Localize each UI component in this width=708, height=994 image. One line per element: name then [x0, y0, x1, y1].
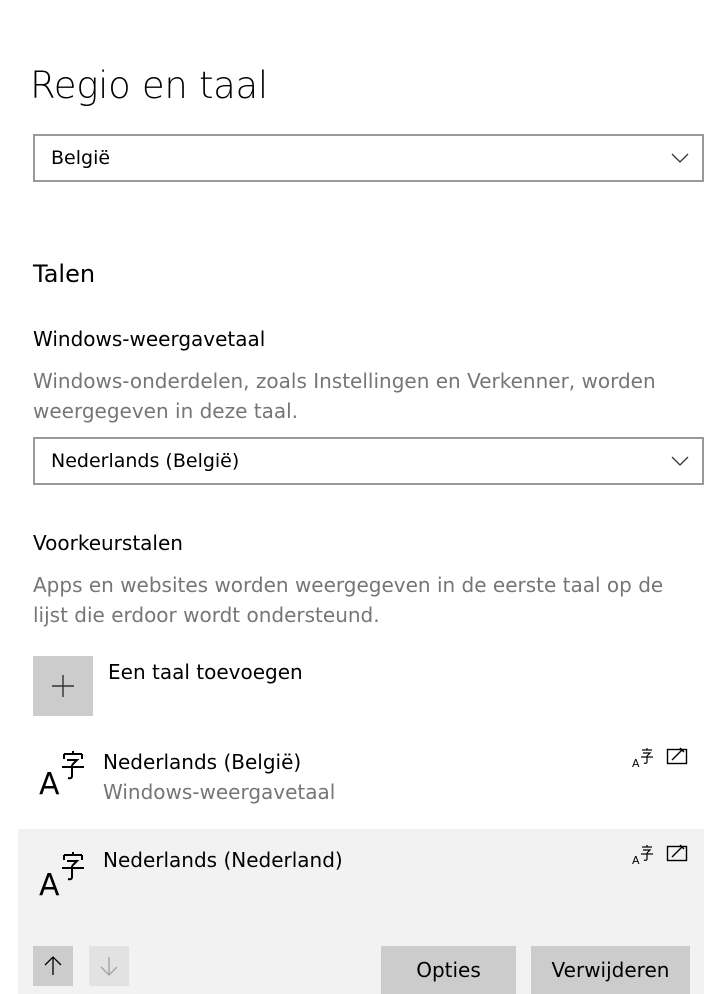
language-icon: A — [39, 852, 84, 899]
arrow-up-icon — [44, 956, 62, 975]
svg-text:A: A — [39, 767, 60, 798]
options-button[interactable]: Opties — [381, 946, 516, 994]
arrow-down-icon — [100, 957, 118, 976]
language-name: Nederlands (België) — [103, 750, 302, 774]
language-list-item-selected[interactable]: A Nederlands (Nederland) A Opties Verwij… — [18, 829, 704, 994]
preferred-languages-label: Voorkeurstalen — [33, 531, 183, 555]
language-pack-icon: A — [632, 845, 653, 866]
chevron-down-icon — [671, 456, 689, 466]
settings-page: Regio en taal België Talen Windows-weerg… — [0, 0, 708, 994]
handwriting-icon — [666, 844, 688, 862]
svg-text:A: A — [632, 757, 640, 769]
display-language-description: Windows-onderdelen, zoals Instellingen e… — [33, 369, 656, 423]
preferred-languages-description: Apps en websites worden weergegeven in d… — [33, 573, 664, 627]
move-down-button[interactable] — [89, 946, 129, 986]
region-dropdown-value: België — [51, 147, 111, 169]
display-language-label: Windows-weergavetaal — [33, 327, 266, 351]
chevron-down-icon — [671, 153, 689, 163]
display-language-dropdown-value: Nederlands (België) — [51, 450, 240, 472]
section-title-languages: Talen — [33, 260, 96, 288]
svg-text:A: A — [39, 868, 60, 899]
add-language-label[interactable]: Een taal toevoegen — [108, 657, 303, 687]
region-dropdown[interactable]: België — [33, 134, 704, 182]
remove-button[interactable]: Verwijderen — [531, 946, 690, 994]
language-icon: A — [39, 751, 84, 798]
plus-icon — [52, 675, 74, 697]
language-subtitle: Windows-weergavetaal — [103, 780, 336, 804]
language-name: Nederlands (Nederland) — [103, 848, 343, 872]
language-pack-icon: A — [632, 748, 653, 769]
page-title: Regio en taal — [30, 64, 268, 107]
handwriting-icon — [666, 747, 688, 765]
add-language-button[interactable] — [33, 656, 93, 716]
move-up-button[interactable] — [33, 946, 73, 986]
language-list-item[interactable]: A Nederlands (België) Windows-weergaveta… — [18, 730, 704, 826]
display-language-dropdown[interactable]: Nederlands (België) — [33, 437, 704, 485]
svg-text:A: A — [632, 854, 640, 866]
